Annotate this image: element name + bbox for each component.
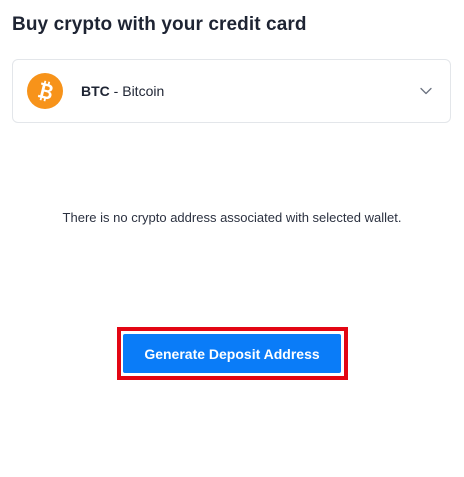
asset-select-dropdown[interactable]: BTC - Bitcoin [12,59,451,123]
asset-separator: - [109,83,123,99]
asset-label: BTC - Bitcoin [81,83,164,99]
bitcoin-icon [27,73,63,109]
generate-deposit-address-button[interactable]: Generate Deposit Address [122,333,342,374]
page-title: Buy crypto with your credit card [12,14,307,35]
chevron-down-icon [420,87,432,95]
no-address-message: There is no crypto address associated wi… [62,210,402,225]
asset-name: Bitcoin [122,83,165,99]
asset-ticker: BTC [81,83,110,99]
